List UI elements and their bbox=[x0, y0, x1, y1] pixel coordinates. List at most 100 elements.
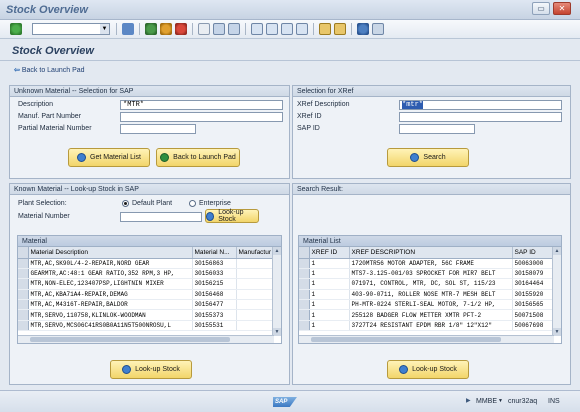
column-manufacturer[interactable]: Manufactur bbox=[236, 247, 273, 259]
xref-description-label: XRef Description bbox=[297, 101, 350, 108]
row-selector[interactable] bbox=[18, 320, 29, 332]
last-page-icon[interactable] bbox=[296, 23, 308, 35]
table-row[interactable]: 1 255128 BADGER FLOW METTER XMTR PFT-2 500… bbox=[299, 309, 553, 321]
column-material-number[interactable]: Material N... bbox=[192, 247, 237, 259]
execute-icon bbox=[77, 153, 87, 162]
status-triangle-icon[interactable]: ▶ bbox=[466, 396, 471, 407]
exit-icon[interactable] bbox=[160, 23, 172, 35]
table-row[interactable]: 1 071971, CONTROL, MTR, DC, SOL ST, 115/2… bbox=[299, 278, 553, 290]
find-next-icon[interactable] bbox=[228, 23, 240, 35]
table-row[interactable]: MTR,AC,KBA71A4-REPAIR,DEMAG 30156468 bbox=[18, 289, 273, 301]
xref-id-input[interactable] bbox=[399, 112, 562, 122]
back-to-launch-pad-button[interactable]: Back to Launch Pad bbox=[156, 148, 240, 167]
sap-id-cell: 30164464 bbox=[512, 278, 553, 290]
material-list-vertical-scrollbar[interactable]: ▲ ▼ bbox=[552, 247, 561, 336]
table-row[interactable]: 1 1720MTR56 MOTOR ADAPTER, 56C FRAME 50063… bbox=[299, 258, 553, 269]
scroll-down-icon[interactable]: ▼ bbox=[553, 328, 561, 336]
xref-description-value: *mtr* bbox=[402, 101, 424, 109]
print-icon[interactable] bbox=[198, 23, 210, 35]
material-table-caption: Material bbox=[18, 236, 281, 247]
table-row[interactable]: MTR,SERVO,110758,KLINLOK-WOODMAN 30155373 bbox=[18, 309, 273, 321]
row-selector[interactable] bbox=[299, 299, 310, 311]
column-material-description[interactable]: Material Description bbox=[28, 247, 193, 259]
row-selector[interactable] bbox=[18, 299, 29, 311]
xref-description-input[interactable]: *mtr* bbox=[399, 100, 562, 110]
search-label: Search bbox=[423, 154, 446, 161]
description-input[interactable]: *MTR* bbox=[120, 100, 283, 110]
toolbar-separator bbox=[116, 23, 117, 35]
column-xref-id[interactable]: XREF ID bbox=[309, 247, 350, 259]
column-xref-description[interactable]: XREF DESCRIPTION bbox=[349, 247, 513, 259]
table-row[interactable]: MTR,NON-ELEC,123407PSP,LIGHTNIN MIXER 301… bbox=[18, 278, 273, 290]
horizontal-scroll-thumb[interactable] bbox=[30, 337, 230, 342]
back-to-launch-pad-link[interactable]: ⇦ Back to Launch Pad bbox=[14, 66, 85, 74]
material-horizontal-scrollbar[interactable] bbox=[18, 335, 274, 343]
new-session-icon[interactable] bbox=[319, 23, 331, 35]
xref-selection-title: Selection for XRef bbox=[293, 86, 570, 97]
material-vertical-scrollbar[interactable]: ▲ ▼ bbox=[272, 247, 281, 336]
row-selector-header[interactable] bbox=[18, 247, 29, 259]
row-selector[interactable] bbox=[18, 289, 29, 301]
row-selector[interactable] bbox=[299, 258, 310, 269]
partial-material-number-input[interactable] bbox=[120, 124, 196, 134]
table-row[interactable]: 1 403-90-0711, ROLLER NOSE MTR-7 MESH BEL… bbox=[299, 289, 553, 301]
command-field[interactable]: ▼ bbox=[32, 23, 110, 35]
enter-icon[interactable] bbox=[10, 23, 22, 35]
first-page-icon[interactable] bbox=[251, 23, 263, 35]
table-row[interactable]: 1 3727T24 RESISTANT EPDM RBR 1/8" 12"X12"… bbox=[299, 320, 553, 332]
look-up-icon bbox=[206, 211, 215, 221]
table-row[interactable]: MTR,AC,M4316T-REPAIR,BALDOR 30156477 bbox=[18, 299, 273, 311]
table-row[interactable]: 1 PH-MTR-0224 STERLI-SEAL MOTOR, 7-1/2 HP… bbox=[299, 299, 553, 311]
row-selector[interactable] bbox=[18, 278, 29, 290]
close-button[interactable]: ✕ bbox=[553, 2, 571, 15]
sap-id-input[interactable] bbox=[399, 124, 475, 134]
row-selector[interactable] bbox=[299, 320, 310, 332]
row-selector[interactable] bbox=[18, 268, 29, 280]
shortcut-icon[interactable] bbox=[334, 23, 346, 35]
search-button[interactable]: Search bbox=[387, 148, 469, 167]
material-list-horizontal-scrollbar[interactable] bbox=[299, 335, 554, 343]
row-selector-header[interactable] bbox=[299, 247, 310, 259]
xref-id-cell: 1 bbox=[309, 289, 350, 301]
horizontal-scroll-thumb[interactable] bbox=[311, 337, 501, 342]
manuf-part-number-input[interactable] bbox=[120, 112, 283, 122]
scroll-up-icon[interactable]: ▲ bbox=[553, 247, 561, 255]
material-number-input[interactable] bbox=[120, 212, 202, 222]
table-row[interactable]: GEARMTR,AC:48:1 GEAR RATIO,352 RPM,3 HP,… bbox=[18, 268, 273, 280]
layout-menu-icon[interactable] bbox=[372, 23, 384, 35]
look-up-stock-button[interactable]: Look-up Stock bbox=[110, 360, 192, 379]
enterprise-radio[interactable] bbox=[189, 200, 196, 207]
get-material-list-button[interactable]: Get Material List bbox=[68, 148, 150, 167]
back-icon[interactable] bbox=[145, 23, 157, 35]
material-description-cell: GEARMTR,AC:48:1 GEAR RATIO,352 RPM,3 HP, bbox=[28, 268, 193, 280]
scroll-up-icon[interactable]: ▲ bbox=[273, 247, 281, 255]
sap-id-cell: 50067698 bbox=[512, 320, 553, 332]
default-plant-radio[interactable] bbox=[122, 200, 129, 207]
command-dropdown-icon[interactable]: ▼ bbox=[100, 24, 109, 34]
scroll-down-icon[interactable]: ▼ bbox=[273, 328, 281, 336]
search-look-up-stock-button[interactable]: Look-up Stock bbox=[387, 360, 469, 379]
next-page-icon[interactable] bbox=[281, 23, 293, 35]
xref-description-cell: 071971, CONTROL, MTR, DC, SOL ST, 115/23 bbox=[349, 278, 513, 290]
column-sap-id[interactable]: SAP ID bbox=[512, 247, 553, 259]
inline-look-up-stock-label: Look-up Stock bbox=[218, 209, 244, 223]
help-icon[interactable] bbox=[357, 23, 369, 35]
row-selector[interactable] bbox=[299, 278, 310, 290]
table-row[interactable]: 1 MTS7-3.125-001/03 SPROCKET FOR MIR7 BEL… bbox=[299, 268, 553, 280]
table-row[interactable]: MTR,SERVO,MCS06C41RS0B0A11N5T500NROSU,L 3… bbox=[18, 320, 273, 332]
inline-look-up-stock-button[interactable]: Look-up Stock bbox=[205, 209, 259, 223]
manufacturer-cell bbox=[236, 320, 273, 332]
row-selector[interactable] bbox=[18, 258, 29, 269]
table-row[interactable]: MTR,AC,SK90L/4-2-REPAIR,NORD GEAR 3015686… bbox=[18, 258, 273, 269]
row-selector[interactable] bbox=[18, 309, 29, 321]
transaction-dropdown-icon[interactable]: ▼ bbox=[498, 396, 503, 407]
restore-button[interactable]: ▭ bbox=[532, 2, 550, 15]
row-selector[interactable] bbox=[299, 289, 310, 301]
material-list-caption: Material List bbox=[299, 236, 561, 247]
row-selector[interactable] bbox=[299, 268, 310, 280]
find-icon[interactable] bbox=[213, 23, 225, 35]
row-selector[interactable] bbox=[299, 309, 310, 321]
cancel-icon[interactable] bbox=[175, 23, 187, 35]
previous-page-icon[interactable] bbox=[266, 23, 278, 35]
save-icon[interactable] bbox=[122, 23, 134, 35]
